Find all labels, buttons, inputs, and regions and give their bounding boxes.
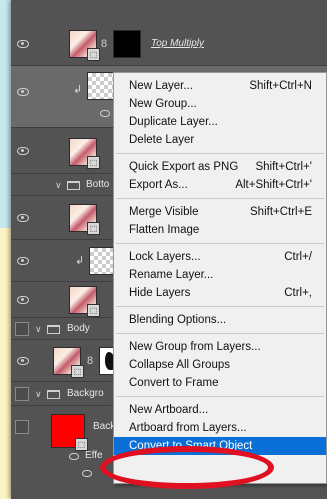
group-name-background[interactable]: Backgro: [67, 388, 104, 400]
link-chain-icon[interactable]: 8: [101, 38, 109, 50]
menu-item-shortcut: Ctrl+/: [284, 251, 312, 263]
layer-thumbnail: ⬚: [53, 347, 84, 378]
menu-item-label: Collapse All Groups: [129, 359, 230, 371]
smart-object-badge-icon: ⬚: [87, 48, 100, 61]
visibility-toggle-box[interactable]: [15, 420, 29, 434]
menu-item-shortcut: Alt+Shift+Ctrl+': [235, 179, 312, 191]
chevron-down-icon[interactable]: ∨: [55, 179, 62, 191]
folder-icon: [47, 325, 60, 334]
visibility-toggle-box[interactable]: [15, 387, 29, 401]
visibility-eye-icon[interactable]: [17, 88, 29, 96]
visibility-eye-icon[interactable]: [17, 214, 29, 222]
menu-item-label: Delete Layer: [129, 134, 195, 146]
menu-item-label: Rename Layer...: [129, 269, 214, 281]
visibility-eye-icon[interactable]: [17, 296, 29, 304]
visibility-eye-icon[interactable]: [17, 147, 29, 155]
chevron-down-icon[interactable]: ∨: [35, 388, 42, 400]
layer-row-top-multiply[interactable]: ⬚ 8 Top Multiply: [11, 22, 327, 66]
visibility-eye-icon[interactable]: [17, 257, 29, 265]
folder-icon: [47, 390, 60, 399]
menu-item-shortcut: Shift+Ctrl+': [255, 161, 312, 173]
effect-visibility-icon[interactable]: [69, 453, 79, 460]
menu-item-label: Export As...: [129, 179, 188, 191]
menu-item-label: Quick Export as PNG: [129, 161, 239, 173]
menu-item-label: New Group from Layers...: [129, 341, 261, 353]
menu-item-shortcut: Shift+Ctrl+N: [249, 80, 312, 92]
menu-item-new-group[interactable]: New Group...: [114, 95, 326, 113]
clipping-arrow-icon: ↲: [73, 84, 83, 96]
chevron-down-icon[interactable]: ∨: [35, 323, 42, 335]
effect-visibility-icon[interactable]: [82, 470, 92, 477]
visibility-eye-icon[interactable]: [17, 40, 29, 48]
menu-item-artboard-from-layers[interactable]: Artboard from Layers...: [114, 419, 326, 437]
menu-separator: [116, 396, 324, 397]
layer-thumbnail: ⬚: [69, 204, 100, 235]
menu-item-delete-layer[interactable]: Delete Layer: [114, 131, 326, 149]
menu-separator: [116, 333, 324, 334]
layer-context-menu: New Layer... Shift+Ctrl+N New Group... Dupl…: [113, 72, 327, 484]
red-annotation-ellipse: [100, 446, 274, 489]
visibility-eye-icon[interactable]: [17, 357, 29, 365]
smart-object-badge-icon: ⬚: [87, 156, 100, 169]
layer-thumbnail: ⬚: [69, 138, 100, 169]
group-name-body[interactable]: Body: [67, 323, 90, 335]
menu-separator: [116, 306, 324, 307]
menu-separator: [116, 198, 324, 199]
layer-thumbnail: ⬚: [69, 286, 100, 317]
menu-item-label: Merge Visible: [129, 206, 199, 218]
menu-item-label: Duplicate Layer...: [129, 116, 218, 128]
menu-item-label: Artboard from Layers...: [129, 422, 247, 434]
menu-item-new-layer[interactable]: New Layer... Shift+Ctrl+N: [114, 77, 326, 95]
effect-visibility-icon[interactable]: [100, 110, 110, 117]
menu-item-merge-visible[interactable]: Merge Visible Shift+Ctrl+E: [114, 203, 326, 221]
group-name-bottom[interactable]: Botto: [86, 179, 109, 191]
menu-item-lock-layers[interactable]: Lock Layers... Ctrl+/: [114, 248, 326, 266]
smart-object-badge-icon: ⬚: [87, 222, 100, 235]
menu-item-label: New Artboard...: [129, 404, 209, 416]
menu-separator: [116, 243, 324, 244]
menu-separator: [116, 153, 324, 154]
effects-label: Effe: [85, 450, 103, 461]
menu-item-hide-layers[interactable]: Hide Layers Ctrl+,: [114, 284, 326, 302]
menu-item-shortcut: Shift+Ctrl+E: [250, 206, 312, 218]
layer-thumbnail: ⬚: [69, 30, 100, 61]
menu-item-flatten-image[interactable]: Flatten Image: [114, 221, 326, 239]
menu-item-new-artboard[interactable]: New Artboard...: [114, 401, 326, 419]
mask-thumbnail: [113, 30, 141, 58]
menu-item-label: Convert to Frame: [129, 377, 219, 389]
menu-item-duplicate-layer[interactable]: Duplicate Layer...: [114, 113, 326, 131]
layer-name-back[interactable]: Back: [93, 421, 115, 433]
menu-item-convert-to-frame[interactable]: Convert to Frame: [114, 374, 326, 392]
menu-item-label: New Layer...: [129, 80, 193, 92]
menu-item-label: Hide Layers: [129, 287, 191, 299]
menu-item-shortcut: Ctrl+,: [284, 287, 312, 299]
menu-item-quick-export-as-png[interactable]: Quick Export as PNG Shift+Ctrl+': [114, 158, 326, 176]
link-chain-icon[interactable]: 8: [87, 355, 95, 367]
menu-item-label: Flatten Image: [129, 224, 200, 236]
menu-item-blending-options[interactable]: Blending Options...: [114, 311, 326, 329]
folder-icon: [67, 181, 80, 190]
layer-thumbnail-red: ⬚: [51, 414, 88, 451]
menu-item-label: Lock Layers...: [129, 251, 201, 263]
menu-item-collapse-all-groups[interactable]: Collapse All Groups: [114, 356, 326, 374]
smart-object-badge-icon: ⬚: [87, 304, 100, 317]
smart-object-badge-icon: ⬚: [71, 365, 84, 378]
layer-thumbnail: [87, 72, 115, 100]
visibility-toggle-box[interactable]: [15, 322, 29, 336]
clipping-arrow-icon: ↲: [75, 255, 85, 267]
menu-item-export-as[interactable]: Export As... Alt+Shift+Ctrl+': [114, 176, 326, 194]
menu-item-rename-layer[interactable]: Rename Layer...: [114, 266, 326, 284]
menu-item-label: Blending Options...: [129, 314, 227, 326]
layer-name-top-multiply[interactable]: Top Multiply: [151, 38, 204, 50]
menu-item-label: New Group...: [129, 98, 197, 110]
menu-item-new-group-from-layers[interactable]: New Group from Layers...: [114, 338, 326, 356]
